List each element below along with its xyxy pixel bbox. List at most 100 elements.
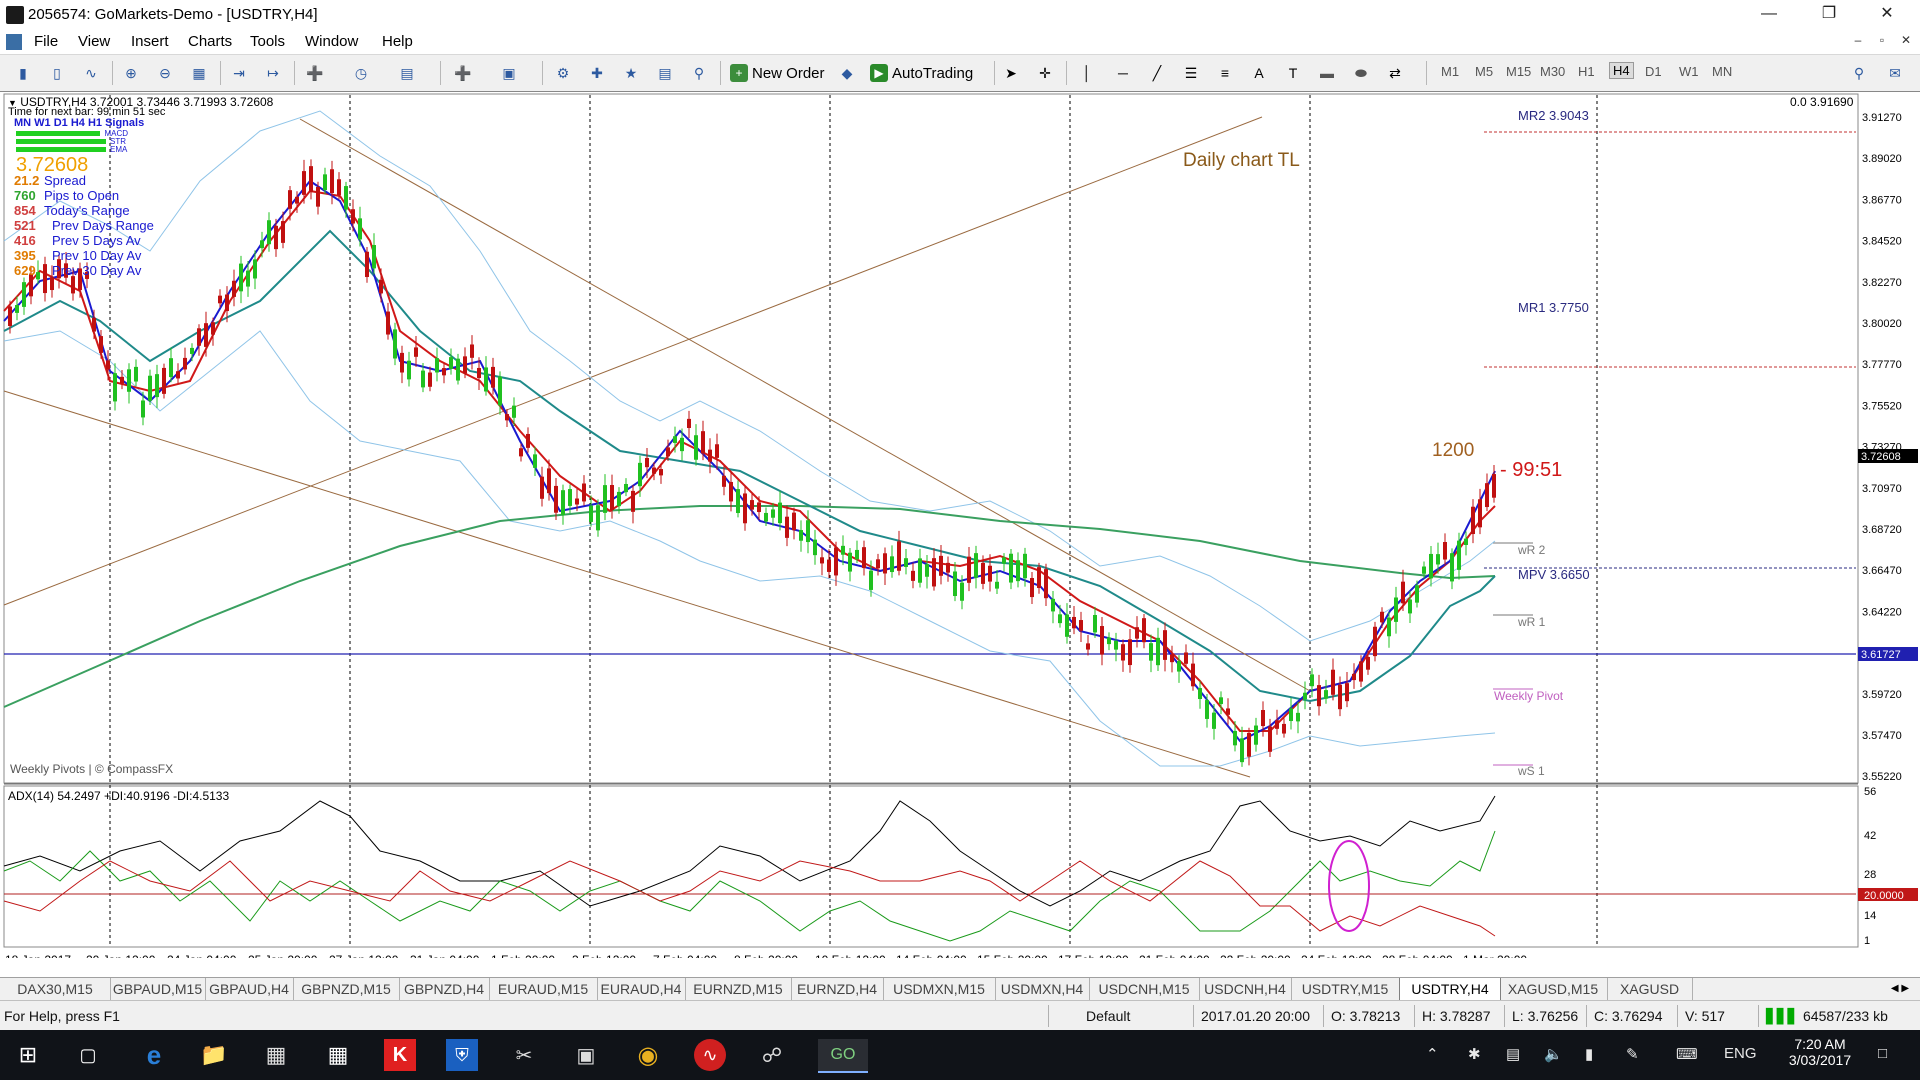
minimize-button[interactable]: — [1746,0,1792,30]
zoom-in-icon[interactable]: ⊕ [120,62,142,84]
chart-tab[interactable]: EURNZD,H4 [791,978,884,1000]
new-order-button[interactable]: + New Order [730,61,825,85]
pen-icon[interactable]: ✎ [1626,1045,1639,1063]
strategy-tester-icon[interactable]: ⚲ [688,62,710,84]
child-restore-button[interactable]: ▫ [1872,33,1892,47]
timeframe-h4[interactable]: H4 [1609,62,1634,79]
profiles-icon[interactable]: ▣ [498,62,520,84]
start-icon[interactable]: ⊞ [12,1039,44,1071]
timeframe-h1[interactable]: H1 [1578,64,1595,79]
menu-view[interactable]: View [78,33,110,50]
crosshair-icon[interactable]: ✛ [1034,62,1056,84]
vertical-line-icon[interactable]: │ [1076,62,1098,84]
chart-tab[interactable]: USDTRY,H4 [1399,978,1501,1001]
edge-icon[interactable]: e [138,1039,170,1071]
market-watch-icon[interactable]: ⚙ [552,62,574,84]
bar-chart-icon[interactable]: ▮ [12,62,34,84]
battery-icon[interactable]: ▮ [1585,1045,1593,1063]
menu-insert[interactable]: Insert [131,33,169,50]
candlestick-icon[interactable]: ▯ [46,62,68,84]
menu-charts[interactable]: Charts [188,33,232,50]
timeframe-w1[interactable]: W1 [1679,64,1699,79]
volume-icon[interactable]: 🔈 [1544,1045,1563,1063]
task-view-icon[interactable]: ▢ [72,1039,104,1071]
trendline-icon[interactable]: ╱ [1146,62,1168,84]
chart-tab[interactable]: USDTRY,M15 [1291,978,1400,1000]
gomarkets-icon[interactable]: GO [818,1039,868,1073]
calculator-icon[interactable]: ▦ [260,1039,292,1071]
wifi-icon[interactable]: ✱ [1468,1045,1481,1063]
chat-icon[interactable]: ✉ [1884,62,1906,84]
chart-tab[interactable]: GBPNZD,M15 [293,978,400,1000]
menu-file[interactable]: File [34,33,58,50]
keyboard-icon[interactable]: ⌨ [1676,1045,1698,1063]
zoom-out-icon[interactable]: ⊖ [154,62,176,84]
restore-button[interactable]: ❐ [1806,0,1852,30]
menu-window[interactable]: Window [305,33,358,50]
timeframe-m15[interactable]: M15 [1506,64,1531,79]
chart-tab[interactable]: USDCNH,H4 [1199,978,1292,1000]
templates-icon[interactable]: ▤ [396,62,418,84]
file-explorer-icon[interactable]: 📁 [198,1039,230,1071]
camera-icon[interactable]: ☍ [756,1039,788,1071]
chart-tab[interactable]: EURNZD,M15 [685,978,792,1000]
tile-windows-icon[interactable]: ▦ [188,62,210,84]
channel-icon[interactable]: ☰ [1180,62,1202,84]
close-button[interactable]: ✕ [1864,0,1910,30]
new-chart-icon[interactable]: ➕ [452,62,474,84]
child-close-button[interactable]: ✕ [1896,33,1916,47]
timeframe-d1[interactable]: D1 [1645,64,1662,79]
data-window-icon[interactable]: ✚ [586,62,608,84]
price-chart[interactable]: 3.91270 3.89020 3.86770 3.84520 3.82270 3.800… [0,92,1920,958]
timeframe-m30[interactable]: M30 [1540,64,1565,79]
navigator-icon[interactable]: ★ [620,62,642,84]
snipping-tool-icon[interactable]: ✂ [508,1039,540,1071]
store-icon[interactable]: ▦ [322,1039,354,1071]
tab-scroll-arrows[interactable]: ◀ ▶ [1880,978,1920,1000]
chart-tab[interactable]: USDMXN,M15 [883,978,996,1000]
cursor-icon[interactable]: ➤ [1000,62,1022,84]
photos-icon[interactable]: ▣ [570,1039,602,1071]
arrows-icon[interactable]: ⇄ [1384,62,1406,84]
horizontal-line-icon[interactable]: ─ [1112,62,1134,84]
line-chart-icon[interactable]: ∿ [80,62,102,84]
text-icon[interactable]: A [1248,62,1270,84]
terminal-icon[interactable]: ▤ [654,62,676,84]
kaspersky-icon[interactable]: K [384,1039,416,1071]
timeframe-m1[interactable]: M1 [1441,64,1459,79]
timeframe-mn[interactable]: MN [1712,64,1732,79]
chart-tab[interactable]: XAGUSD,M15 [1499,978,1608,1000]
chart-tab[interactable]: GBPAUD,H4 [205,978,294,1000]
chart-tab[interactable]: EURAUD,M15 [489,978,598,1000]
autotrading-button[interactable]: ▶ AutoTrading [870,61,973,85]
chrome-icon[interactable]: ◉ [632,1039,664,1071]
clock[interactable]: 7:20 AM 3/03/2017 [1780,1036,1860,1068]
timeframe-m5[interactable]: M5 [1475,64,1493,79]
chart-tab[interactable]: XAGUSD [1607,978,1693,1000]
chart-tab[interactable]: GBPAUD,M15 [110,978,206,1000]
periods-icon[interactable]: ◷ [350,62,372,84]
chart-tab[interactable]: EURAUD,H4 [597,978,686,1000]
ellipse-icon[interactable]: ⬬ [1350,62,1372,84]
chart-tab[interactable]: USDCNH,M15 [1089,978,1200,1000]
child-minimize-button[interactable]: – [1848,33,1868,47]
chart-tab[interactable]: USDMXN,H4 [995,978,1090,1000]
chart-tab[interactable]: GBPNZD,H4 [399,978,490,1000]
menu-help[interactable]: Help [382,33,413,50]
text-label-icon[interactable]: T [1282,62,1304,84]
indicators-icon[interactable]: ➕ [304,62,326,84]
chart-window[interactable]: 3.91270 3.89020 3.86770 3.84520 3.82270 3.800… [0,91,1920,958]
search-icon[interactable]: ⚲ [1848,62,1870,84]
language-indicator[interactable]: ENG [1724,1045,1757,1062]
tray-chevron-icon[interactable]: ⌃ [1426,1045,1439,1063]
notifications-icon[interactable]: □ [1878,1045,1887,1062]
chart-tab[interactable]: DAX30,M15 [0,978,111,1000]
autoscroll-icon[interactable]: ↦ [262,62,284,84]
rectangle-icon[interactable]: ▬ [1316,62,1338,84]
menu-tools[interactable]: Tools [250,33,285,50]
display-icon[interactable]: ▤ [1506,1045,1520,1063]
security-icon[interactable]: ⛨ [446,1039,478,1071]
fibonacci-icon[interactable]: ≡ [1214,62,1236,84]
metatrader-icon[interactable]: ∿ [694,1039,726,1071]
chart-shift-icon[interactable]: ⇥ [228,62,250,84]
